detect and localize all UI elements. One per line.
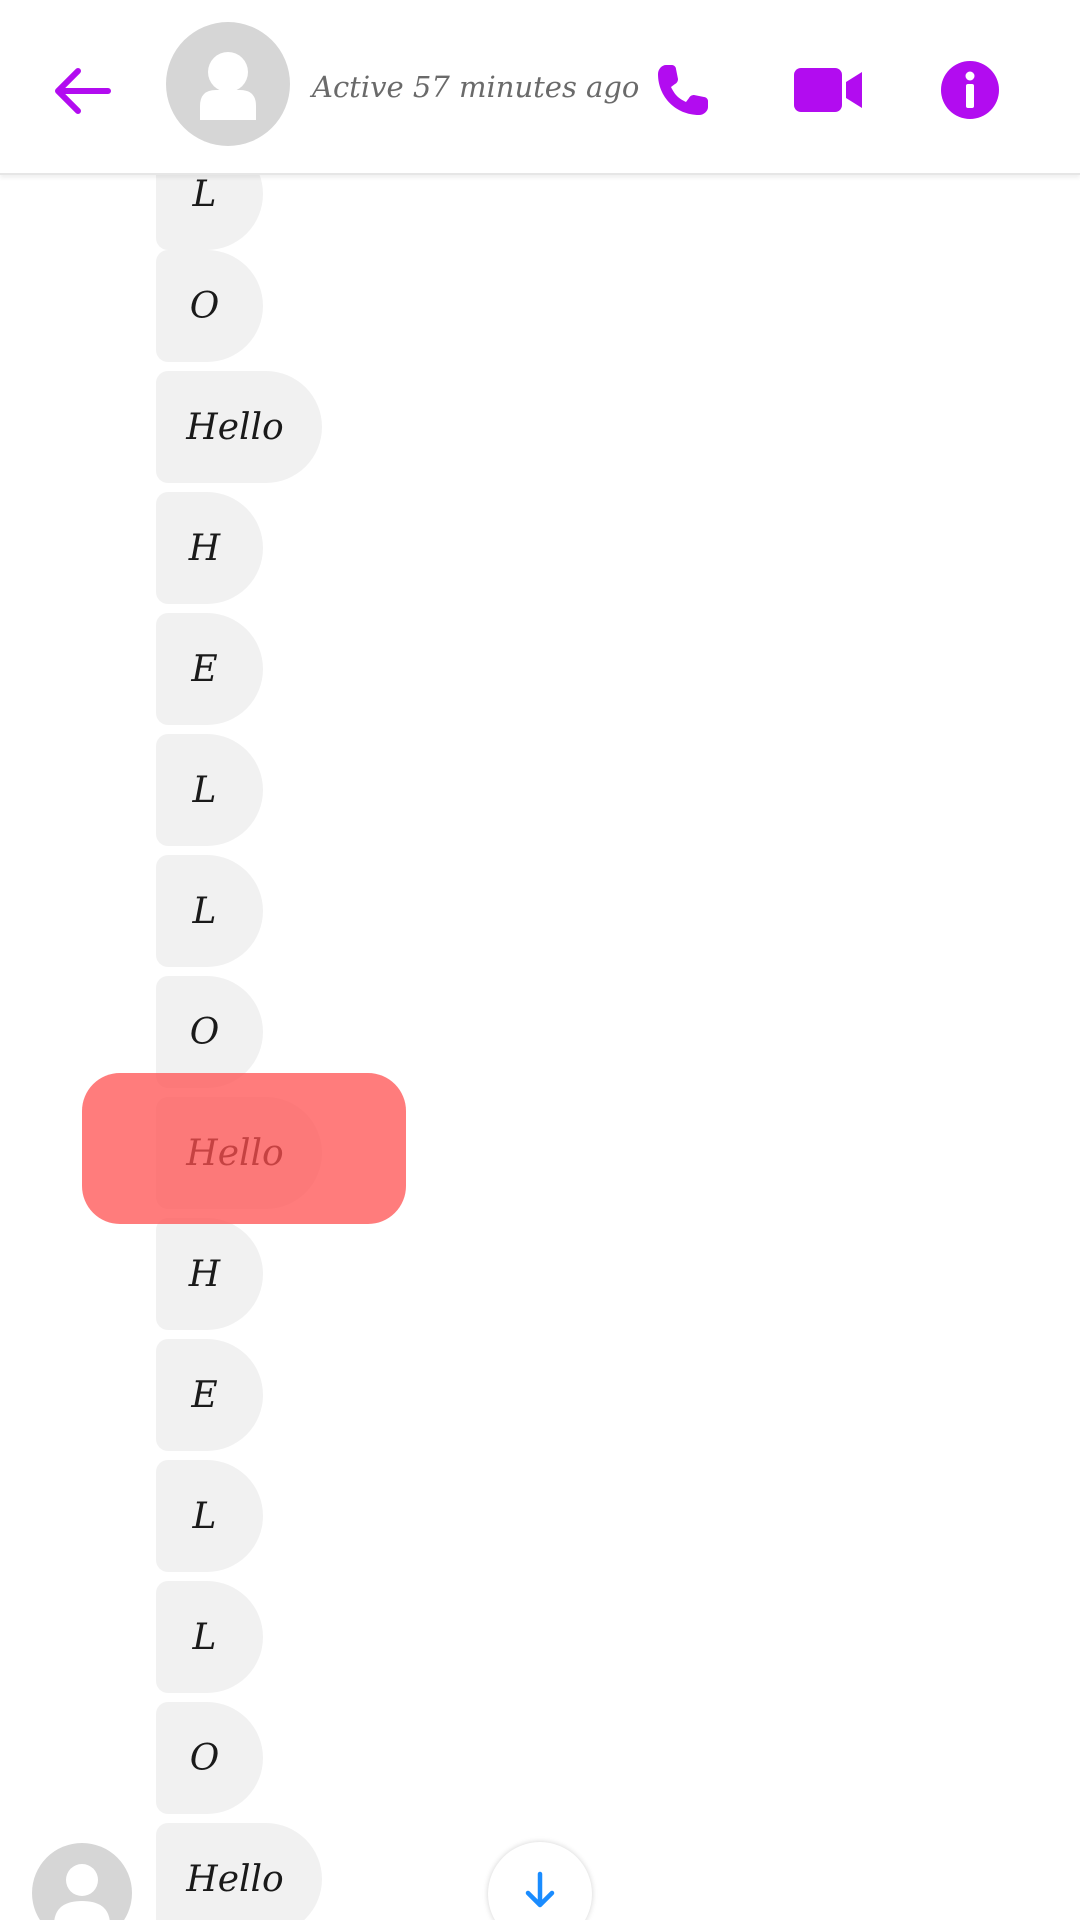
- message-text: Hello: [186, 406, 284, 448]
- person-icon: [54, 1864, 110, 1920]
- info-button[interactable]: [930, 50, 1010, 130]
- arrow-left-icon: [55, 68, 111, 114]
- message-bubble[interactable]: E: [156, 1339, 263, 1451]
- message-text: L: [192, 173, 217, 215]
- video-call-button[interactable]: [788, 50, 868, 130]
- message-text: L: [192, 1616, 217, 1658]
- message-bubble[interactable]: H: [156, 492, 263, 604]
- message-text: H: [188, 527, 221, 569]
- message-bubble[interactable]: L: [156, 855, 263, 967]
- message-bubble[interactable]: L: [156, 734, 263, 846]
- message-text: L: [192, 890, 217, 932]
- message-bubble[interactable]: L: [156, 1460, 263, 1572]
- message-text: L: [192, 769, 217, 811]
- video-camera-icon: [794, 68, 862, 112]
- message-bubble-highlighted[interactable]: Hello: [156, 1097, 322, 1209]
- message-text: O: [189, 285, 220, 327]
- phone-icon: [658, 65, 708, 115]
- message-bubble[interactable]: O: [156, 1702, 263, 1814]
- voice-call-button[interactable]: [643, 50, 723, 130]
- message-text: O: [189, 1011, 220, 1053]
- chat-screen: L O Hello H E L L O Hello H E L L O Hell…: [0, 0, 1080, 1920]
- sender-avatar[interactable]: [32, 1843, 132, 1920]
- person-icon: [200, 52, 256, 120]
- message-list[interactable]: L O Hello H E L L O Hello H E L L O Hell…: [0, 0, 1080, 1920]
- message-text: H: [188, 1253, 221, 1295]
- message-text: Hello: [186, 1132, 284, 1174]
- message-bubble[interactable]: Hello: [156, 371, 322, 483]
- message-text: L: [192, 1495, 217, 1537]
- message-bubble[interactable]: Hello: [156, 1823, 322, 1920]
- message-bubble[interactable]: H: [156, 1218, 263, 1330]
- contact-avatar[interactable]: [166, 22, 290, 146]
- contact-status: Active 57 minutes ago: [312, 70, 640, 104]
- arrow-down-icon: [525, 1871, 555, 1908]
- message-text: O: [189, 1737, 220, 1779]
- message-bubble[interactable]: O: [156, 250, 263, 362]
- message-text: E: [191, 1374, 218, 1416]
- scroll-down-button[interactable]: [488, 1842, 592, 1920]
- info-icon: [941, 61, 999, 119]
- back-button[interactable]: [42, 56, 122, 126]
- message-bubble[interactable]: L: [156, 1581, 263, 1693]
- message-text: Hello: [186, 1858, 284, 1900]
- message-bubble[interactable]: O: [156, 976, 263, 1088]
- chat-header: Active 57 minutes ago: [0, 0, 1080, 175]
- message-bubble[interactable]: E: [156, 613, 263, 725]
- message-text: E: [191, 648, 218, 690]
